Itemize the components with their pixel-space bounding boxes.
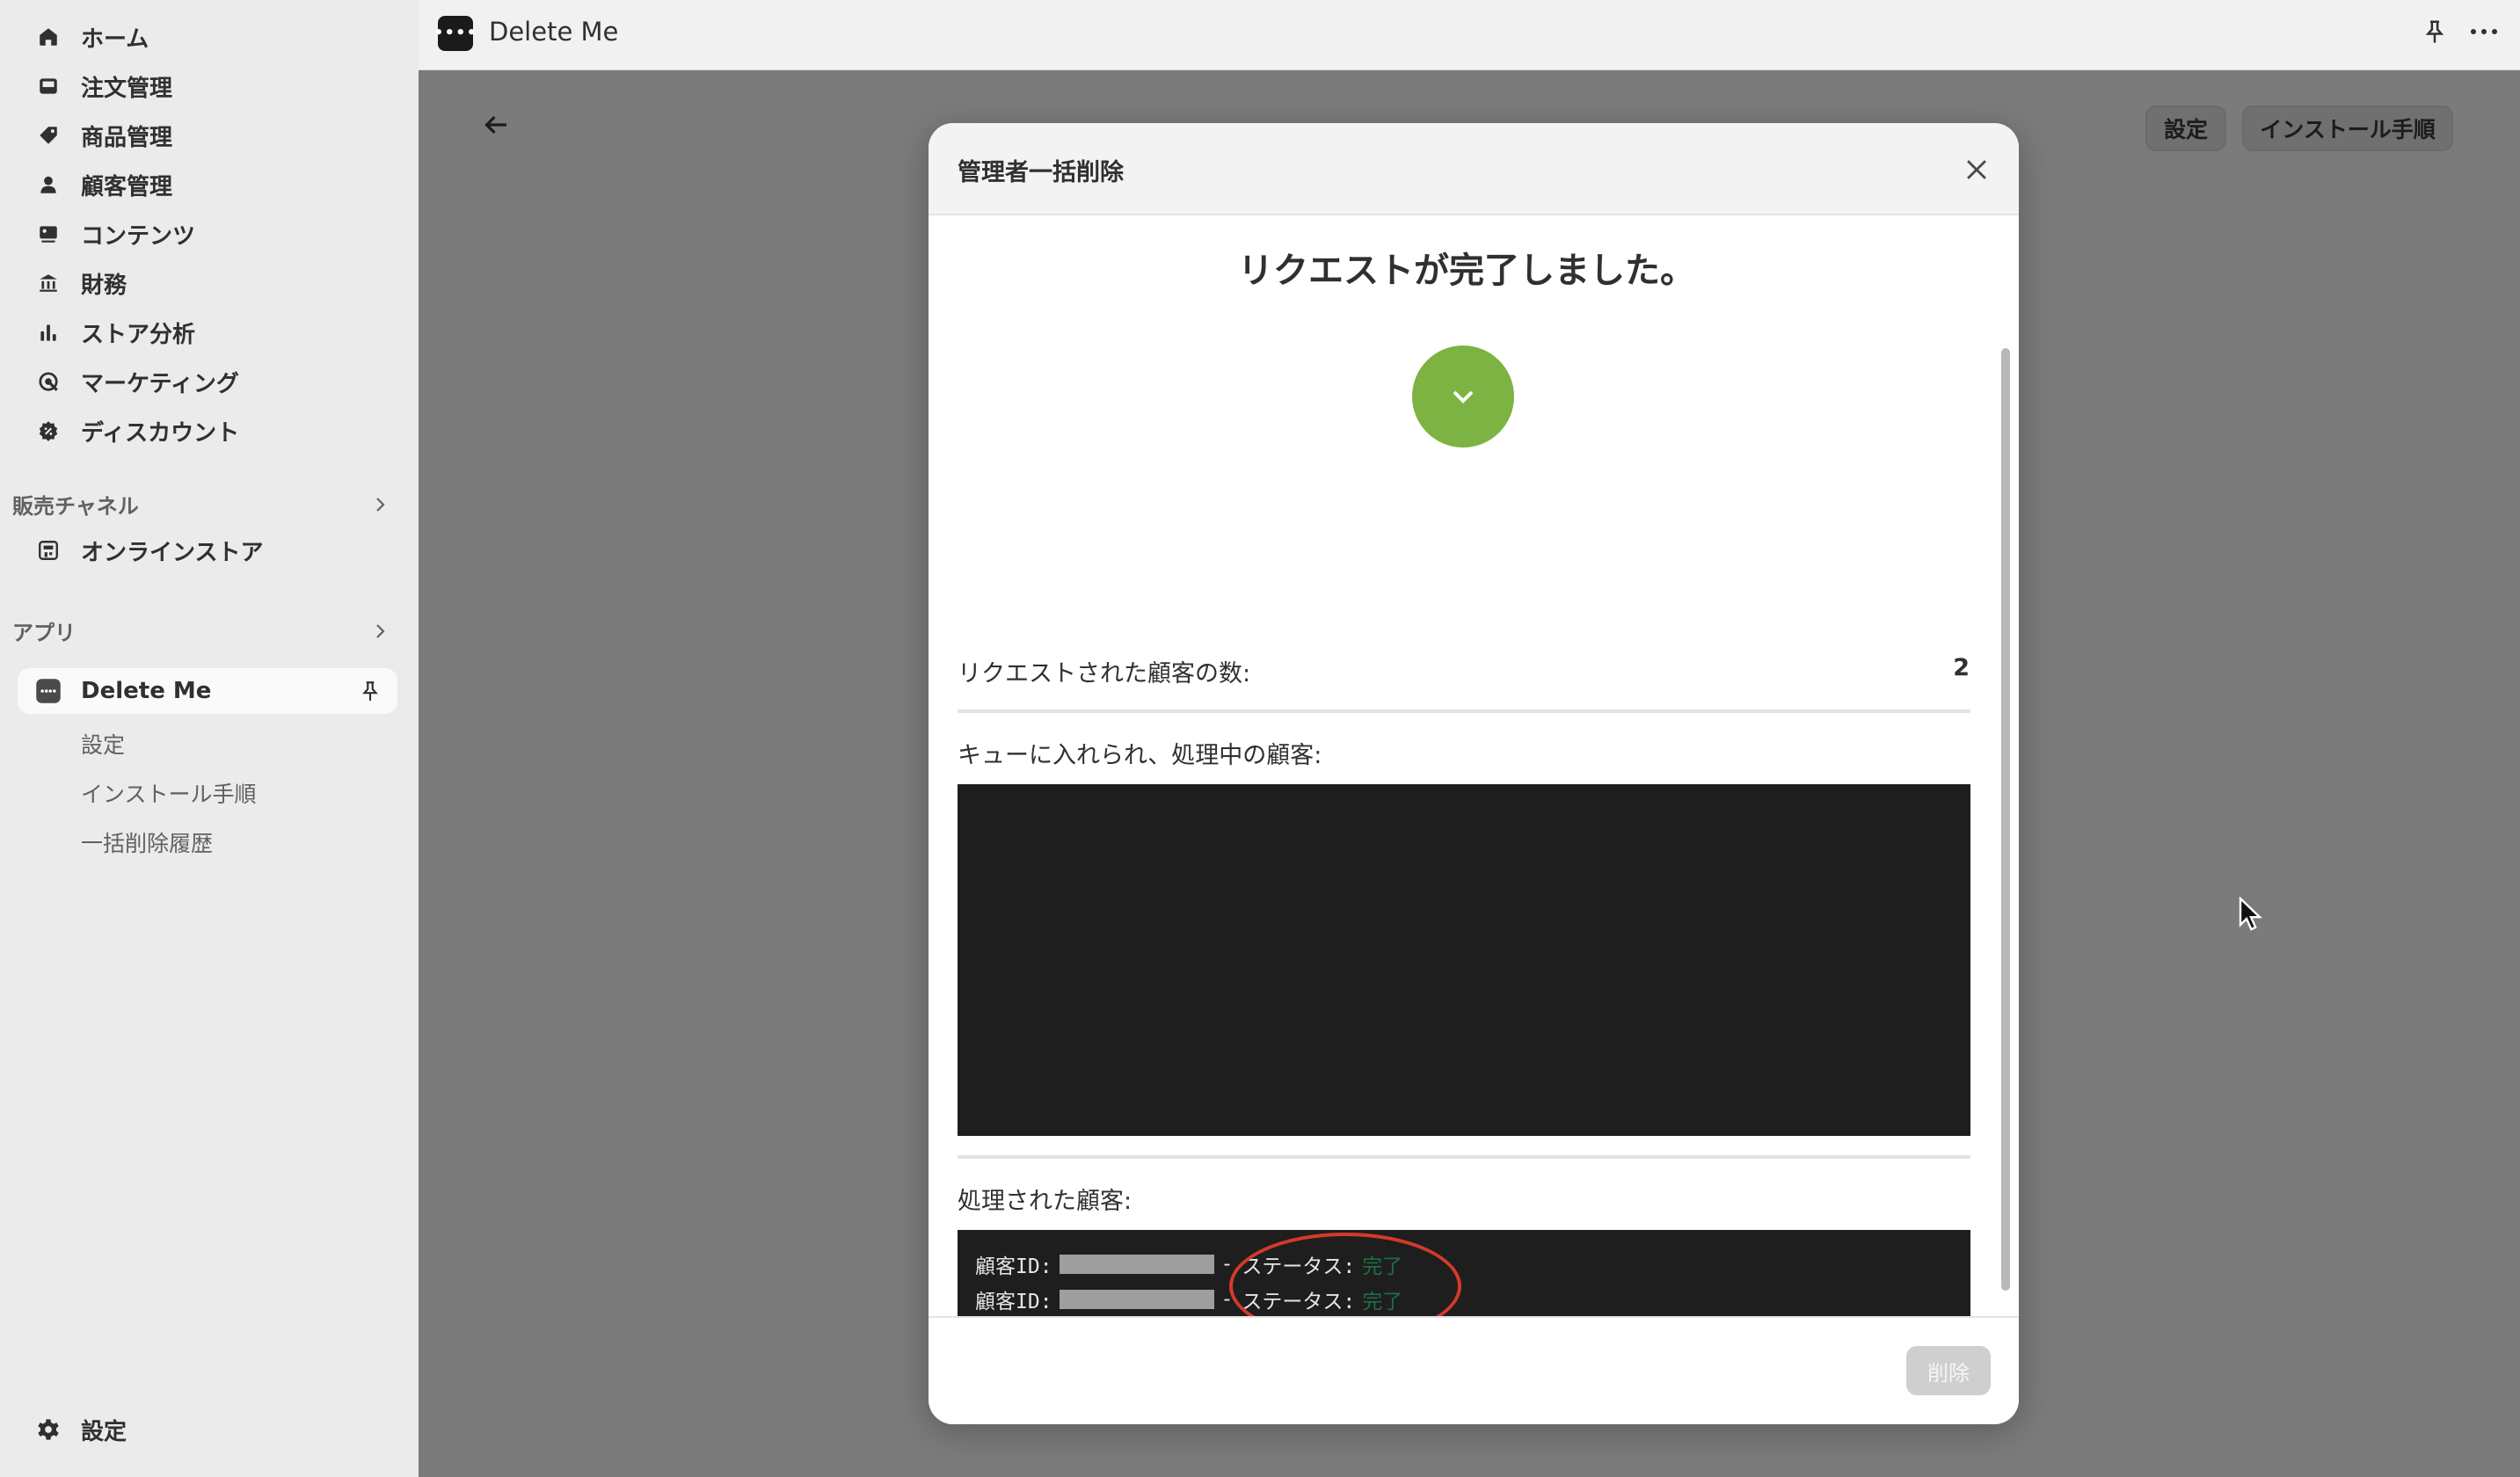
requested-count-label: リクエストされた顧客の数:: [958, 660, 1251, 688]
sales-channels-heading: 販売チャネル: [12, 494, 139, 519]
completion-heading: リクエストが完了しました。: [1238, 251, 1695, 291]
sidebar-item-customers[interactable]: 顧客管理: [18, 162, 397, 207]
sidebar: ホーム 注文管理 商品管理 顧客管理 コンテンツ 財務 ストア分析 マーケティン…: [0, 0, 419, 1477]
divider: [958, 709, 1970, 713]
redacted-customer-id: [1059, 1290, 1214, 1309]
queued-customers-console: [958, 784, 1970, 1136]
back-arrow-icon[interactable]: [480, 109, 512, 141]
sidebar-item-label: ホーム: [81, 25, 149, 53]
person-icon: [35, 171, 62, 198]
sidebar-item-discounts[interactable]: ディスカウント: [18, 408, 397, 454]
app-logo-text: ••••: [433, 24, 478, 42]
image-icon: [35, 221, 62, 247]
chevron-right-icon[interactable]: [369, 494, 390, 515]
pin-icon[interactable]: [2422, 18, 2448, 45]
tag-icon: [35, 122, 62, 149]
settings-button[interactable]: 設定: [2145, 106, 2226, 151]
sidebar-item-marketing[interactable]: マーケティング: [18, 359, 397, 404]
sidebar-item-label: コンテンツ: [81, 222, 196, 250]
store-icon: [35, 537, 62, 564]
chevron-down-icon: [1453, 390, 1474, 404]
bank-icon: [35, 270, 62, 296]
sidebar-item-label: 顧客管理: [81, 173, 173, 200]
apps-heading: アプリ: [12, 621, 76, 645]
modal-scrollbar[interactable]: [2001, 348, 2010, 1291]
bar-chart-icon: [35, 319, 62, 346]
sidebar-item-analytics[interactable]: ストア分析: [18, 309, 397, 355]
redacted-customer-id: [1059, 1255, 1214, 1274]
sidebar-item-label: 注文管理: [81, 75, 173, 102]
sidebar-item-label: 設定: [81, 1418, 127, 1445]
modal-header: 管理者一括削除: [929, 123, 2019, 215]
sidebar-item-label: ディスカウント: [81, 419, 240, 447]
app-icon: [35, 678, 62, 704]
processed-customers-label: 処理された顧客:: [958, 1188, 1133, 1215]
sidebar-item-label: オンラインストア: [81, 539, 264, 566]
delete-button[interactable]: 削除: [1906, 1346, 1991, 1395]
inbox-icon: [35, 73, 62, 99]
app-logo: ••••: [433, 16, 477, 51]
customer-id-label: 顧客ID:: [975, 1291, 1052, 1313]
separator: -: [1220, 1253, 1234, 1276]
discount-icon: [35, 418, 62, 444]
sidebar-item-content[interactable]: コンテンツ: [18, 211, 397, 257]
success-badge: [1412, 346, 1514, 447]
requested-count-value: 2: [1953, 654, 1970, 681]
app-title: Delete Me: [489, 17, 619, 47]
customer-id-label: 顧客ID:: [975, 1255, 1052, 1278]
close-icon[interactable]: [1962, 155, 1992, 185]
sidebar-item-online-store[interactable]: オンラインストア: [18, 528, 397, 573]
sidebar-subitem-bulk-delete-history[interactable]: 一括削除履歴: [81, 826, 213, 858]
pin-icon[interactable]: [359, 680, 382, 702]
sidebar-item-label: ストア分析: [81, 321, 196, 348]
bulk-delete-modal: 管理者一括削除 リクエストが完了しました。 リクエストされた顧客の数: 2 キュ…: [929, 123, 2019, 1424]
sidebar-subitem-install-steps[interactable]: インストール手順: [81, 777, 257, 809]
mouse-cursor-icon: [2239, 897, 2262, 931]
sidebar-subitem-settings[interactable]: 設定: [81, 728, 125, 760]
sidebar-item-orders[interactable]: 注文管理: [18, 63, 397, 109]
sidebar-item-label: マーケティング: [81, 370, 239, 397]
sidebar-item-delete-me[interactable]: Delete Me: [18, 668, 397, 714]
sidebar-item-label: Delete Me: [81, 678, 212, 704]
modal-title: 管理者一括削除: [958, 159, 1124, 186]
modal-footer: 削除: [929, 1316, 2019, 1424]
sidebar-item-label: 商品管理: [81, 124, 173, 151]
divider: [958, 1155, 1970, 1159]
top-bar: •••• Delete Me: [419, 0, 2520, 70]
sidebar-item-home[interactable]: ホーム: [18, 14, 397, 60]
home-icon: [35, 24, 62, 50]
target-icon: [35, 368, 62, 395]
sidebar-item-settings[interactable]: 設定: [18, 1407, 397, 1452]
gear-icon: [35, 1416, 62, 1443]
sidebar-item-label: 財務: [81, 272, 127, 299]
queued-customers-label: キューに入れられ、処理中の顧客:: [958, 742, 1322, 769]
sidebar-item-finance[interactable]: 財務: [18, 260, 397, 306]
chevron-right-icon[interactable]: [369, 621, 390, 642]
modal-body: リクエストが完了しました。 リクエストされた顧客の数: 2 キューに入れられ、処…: [929, 217, 2019, 1424]
more-icon[interactable]: [2469, 21, 2499, 42]
install-steps-button[interactable]: インストール手順: [2242, 106, 2453, 151]
sidebar-item-products[interactable]: 商品管理: [18, 113, 397, 158]
